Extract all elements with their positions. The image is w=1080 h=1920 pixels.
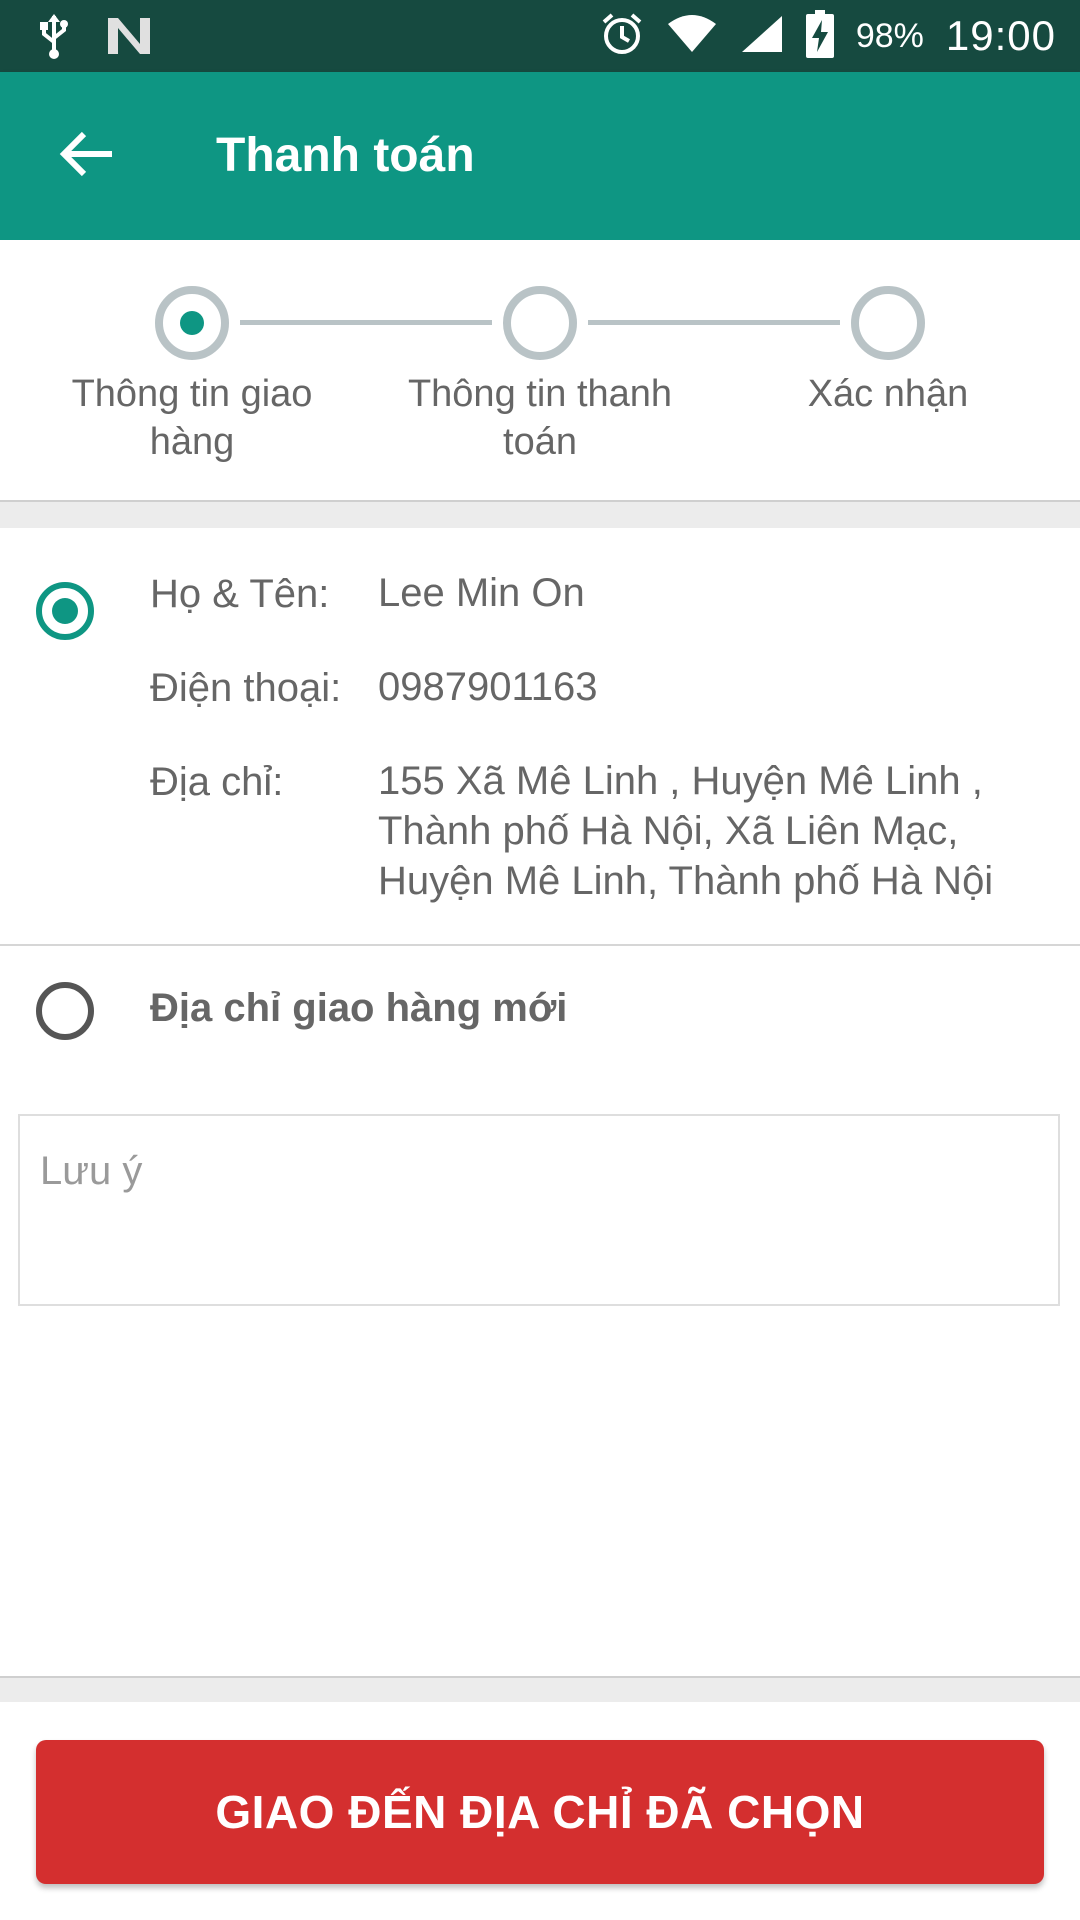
step-active-dot (180, 311, 204, 335)
step-indicator-payment[interactable] (503, 286, 577, 360)
status-left (36, 12, 152, 65)
address-value: 155 Xã Mê Linh , Huyện Mê Linh , Thành p… (378, 759, 994, 903)
step-label-shipping: Thông tin giao hàng (71, 373, 313, 463)
new-address-label[interactable]: Địa chỉ giao hàng mới (150, 986, 567, 1031)
step-label-payment: Thông tin thanh toán (407, 373, 673, 463)
address-label: Địa chỉ: (150, 760, 284, 804)
battery-percent: 98% (855, 16, 924, 55)
status-right: 98% 19:00 (600, 0, 1056, 72)
step-indicator-shipping[interactable] (155, 286, 229, 360)
step-connector-1 (240, 320, 492, 325)
section-separator (0, 502, 1080, 528)
checkout-stepper: Thông tin giao hàng Thông tin thanh toán… (0, 240, 1080, 500)
note-input[interactable] (38, 1140, 1042, 1202)
step-connector-2 (588, 320, 840, 325)
saved-address-radio[interactable] (36, 582, 94, 640)
phone-value: 0987901163 (378, 665, 598, 709)
note-field[interactable] (18, 1114, 1060, 1306)
usb-icon (36, 12, 72, 65)
step-label-confirm: Xác nhận (807, 373, 969, 415)
battery-charging-icon (805, 9, 834, 63)
radio-checked-dot (52, 598, 78, 624)
name-label: Họ & Tên: (150, 572, 330, 616)
step-indicator-confirm[interactable] (851, 286, 925, 360)
divider (0, 944, 1080, 946)
clock: 19:00 (945, 12, 1056, 59)
arrow-left-icon (58, 130, 114, 183)
status-bar: 98% 19:00 (0, 0, 1080, 72)
alarm-icon (600, 12, 644, 61)
app-toolbar: Thanh toán (0, 72, 1080, 240)
page-title: Thanh toán (216, 129, 475, 182)
wifi-icon (666, 14, 718, 59)
deliver-to-selected-address-button[interactable]: GIAO ĐẾN ĐỊA CHỈ ĐÃ CHỌN (36, 1740, 1044, 1884)
footer-separator (0, 1678, 1080, 1702)
n-icon (106, 16, 152, 61)
new-address-radio[interactable] (36, 982, 94, 1040)
cell-signal-icon (740, 14, 784, 59)
phone-label: Điện thoại: (150, 666, 342, 710)
name-value: Lee Min On (378, 571, 585, 615)
back-button[interactable] (46, 116, 126, 196)
